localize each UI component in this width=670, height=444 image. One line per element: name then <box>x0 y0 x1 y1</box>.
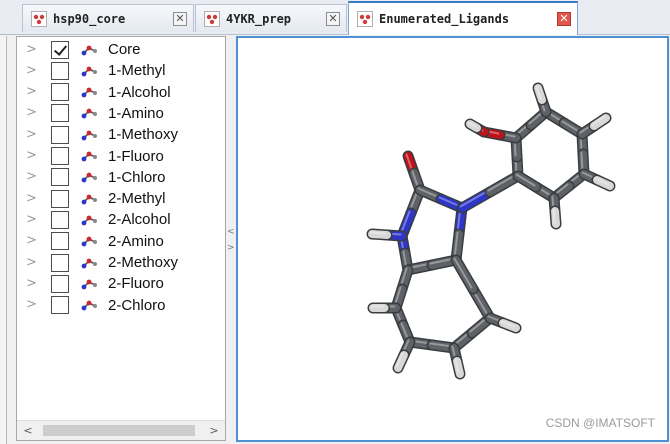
tree-item-checkbox[interactable] <box>51 253 69 272</box>
tree-item[interactable]: >2-Alcohol <box>17 209 225 230</box>
tree-item-checkbox[interactable] <box>51 296 69 315</box>
ligand-molecule-icon <box>81 45 97 55</box>
tree-item-checkbox[interactable] <box>51 168 69 187</box>
bond-highlight <box>369 231 387 235</box>
ligand-molecule-icon <box>81 258 97 268</box>
tree-item[interactable]: >2-Methoxy <box>17 252 225 273</box>
molecule-3d-render[interactable] <box>238 38 667 440</box>
ligand-molecule-icon <box>81 172 97 183</box>
tree-item-checkbox[interactable] <box>51 125 69 144</box>
tree-item[interactable]: >1-Amino <box>17 103 225 124</box>
tree-item-checkbox[interactable] <box>51 40 69 59</box>
ligand-molecule-icon <box>81 236 97 247</box>
scroll-left-icon[interactable]: < <box>21 424 35 437</box>
ligand-molecule-icon <box>81 108 97 119</box>
tree-item-label: 2-Methyl <box>108 190 166 208</box>
horizontal-scrollbar[interactable]: < > <box>17 420 225 440</box>
ligand-molecule-icon <box>81 279 97 290</box>
tree-item[interactable]: >1-Methoxy <box>17 124 225 145</box>
tree-item[interactable]: >2-Amino <box>17 231 225 252</box>
tree-item-label: Core <box>108 41 141 58</box>
tab-close-icon[interactable]: ✕ <box>557 12 571 26</box>
expand-chevron-icon[interactable]: > <box>26 170 37 183</box>
ligand-molecule-icon <box>81 87 97 98</box>
tab-close-icon[interactable]: ✕ <box>173 11 187 26</box>
tab-hsp90-core[interactable]: hsp90_core ✕ <box>22 4 194 32</box>
expand-chevron-icon[interactable]: > <box>26 298 37 311</box>
tree-item-checkbox[interactable] <box>51 232 69 251</box>
scroll-right-icon[interactable]: > <box>207 424 221 437</box>
tree-item-label: 2-Alcohol <box>108 211 171 229</box>
ligand-molecule-icon <box>81 194 97 204</box>
tree-item[interactable]: >1-Chloro <box>17 167 225 188</box>
expand-chevron-icon[interactable]: > <box>26 192 37 205</box>
tree-item-checkbox[interactable] <box>51 274 69 293</box>
tree-item-label: 1-Fluoro <box>108 147 164 165</box>
tree-item-label: 2-Chloro <box>108 296 166 314</box>
expand-chevron-icon[interactable]: > <box>26 213 37 226</box>
expand-chevron-icon[interactable]: > <box>26 64 37 77</box>
tree-item-label: 1-Methyl <box>108 62 166 80</box>
tree-item-label: 1-Chloro <box>108 168 166 186</box>
expand-chevron-icon[interactable]: > <box>26 43 37 56</box>
expand-chevron-icon[interactable]: > <box>26 128 37 141</box>
tree-item[interactable]: >1-Alcohol <box>17 82 225 103</box>
left-pane-edge <box>0 36 7 444</box>
ligand-molecule-icon <box>81 300 97 311</box>
tree-item[interactable]: >1-Fluoro <box>17 146 225 167</box>
ligand-molecule-icon <box>81 151 97 162</box>
expand-chevron-icon[interactable]: > <box>26 85 37 98</box>
tree-item-checkbox[interactable] <box>51 61 69 80</box>
expand-chevron-icon[interactable]: > <box>26 149 37 162</box>
tab-label: 4YKR_prep <box>226 11 292 26</box>
tab-close-icon[interactable]: ✕ <box>326 11 340 26</box>
tree-item[interactable]: >2-Chloro <box>17 295 225 316</box>
expand-right-icon[interactable]: > <box>227 243 235 253</box>
molecule-file-icon <box>31 10 47 27</box>
tab-label: Enumerated_Ligands <box>379 12 510 26</box>
ligand-tree: > Core >1-Methyl >1-Alcohol >1-Amino >1-Metho… <box>16 36 226 441</box>
tree-item-checkbox[interactable] <box>51 189 69 208</box>
expand-chevron-icon[interactable]: > <box>26 256 37 269</box>
tab-label: hsp90_core <box>53 11 126 26</box>
expand-chevron-icon[interactable]: > <box>26 106 37 119</box>
panel-splitter[interactable]: < > <box>226 36 236 441</box>
molecule-viewer[interactable]: CSDN @IMATSOFT <box>236 36 669 442</box>
tree-item-label: 1-Amino <box>108 104 164 122</box>
tab-bar: hsp90_core ✕ 4YKR_prep ✕ Enumerated_Liga… <box>0 0 670 35</box>
scrollbar-thumb[interactable] <box>43 425 195 436</box>
ligand-molecule-icon <box>81 215 97 226</box>
tree-item-checkbox[interactable] <box>51 83 69 102</box>
molecule-file-icon <box>204 10 220 27</box>
tree-item-checkbox[interactable] <box>51 104 69 123</box>
bond-highlight <box>552 208 556 224</box>
expand-chevron-icon[interactable]: > <box>26 234 37 247</box>
tree-item-label: 1-Alcohol <box>108 83 171 101</box>
ligand-molecule-icon <box>81 66 97 77</box>
tree-item-checkbox[interactable] <box>51 147 69 165</box>
tree-item-label: 1-Methoxy <box>108 126 179 144</box>
tree-item-checkbox[interactable] <box>51 210 69 229</box>
tree-item-label: 2-Fluoro <box>108 275 164 293</box>
molecule-file-icon <box>357 11 373 27</box>
tree-item[interactable]: > Core <box>17 39 225 60</box>
tree-item-label: 2-Methoxy <box>108 254 179 271</box>
tab-4ykr-prep[interactable]: 4YKR_prep ✕ <box>195 4 347 32</box>
tree-item[interactable]: >1-Methyl <box>17 60 225 81</box>
expand-chevron-icon[interactable]: > <box>26 277 37 290</box>
tree-item[interactable]: >2-Fluoro <box>17 273 225 294</box>
tab-enumerated-ligands[interactable]: Enumerated_Ligands ✕ <box>348 1 578 35</box>
ligand-molecule-icon <box>81 130 97 141</box>
watermark: CSDN @IMATSOFT <box>545 416 655 430</box>
tree-item[interactable]: >2-Methyl <box>17 188 225 209</box>
collapse-left-icon[interactable]: < <box>227 227 235 237</box>
tree-item-label: 2-Amino <box>108 232 164 250</box>
